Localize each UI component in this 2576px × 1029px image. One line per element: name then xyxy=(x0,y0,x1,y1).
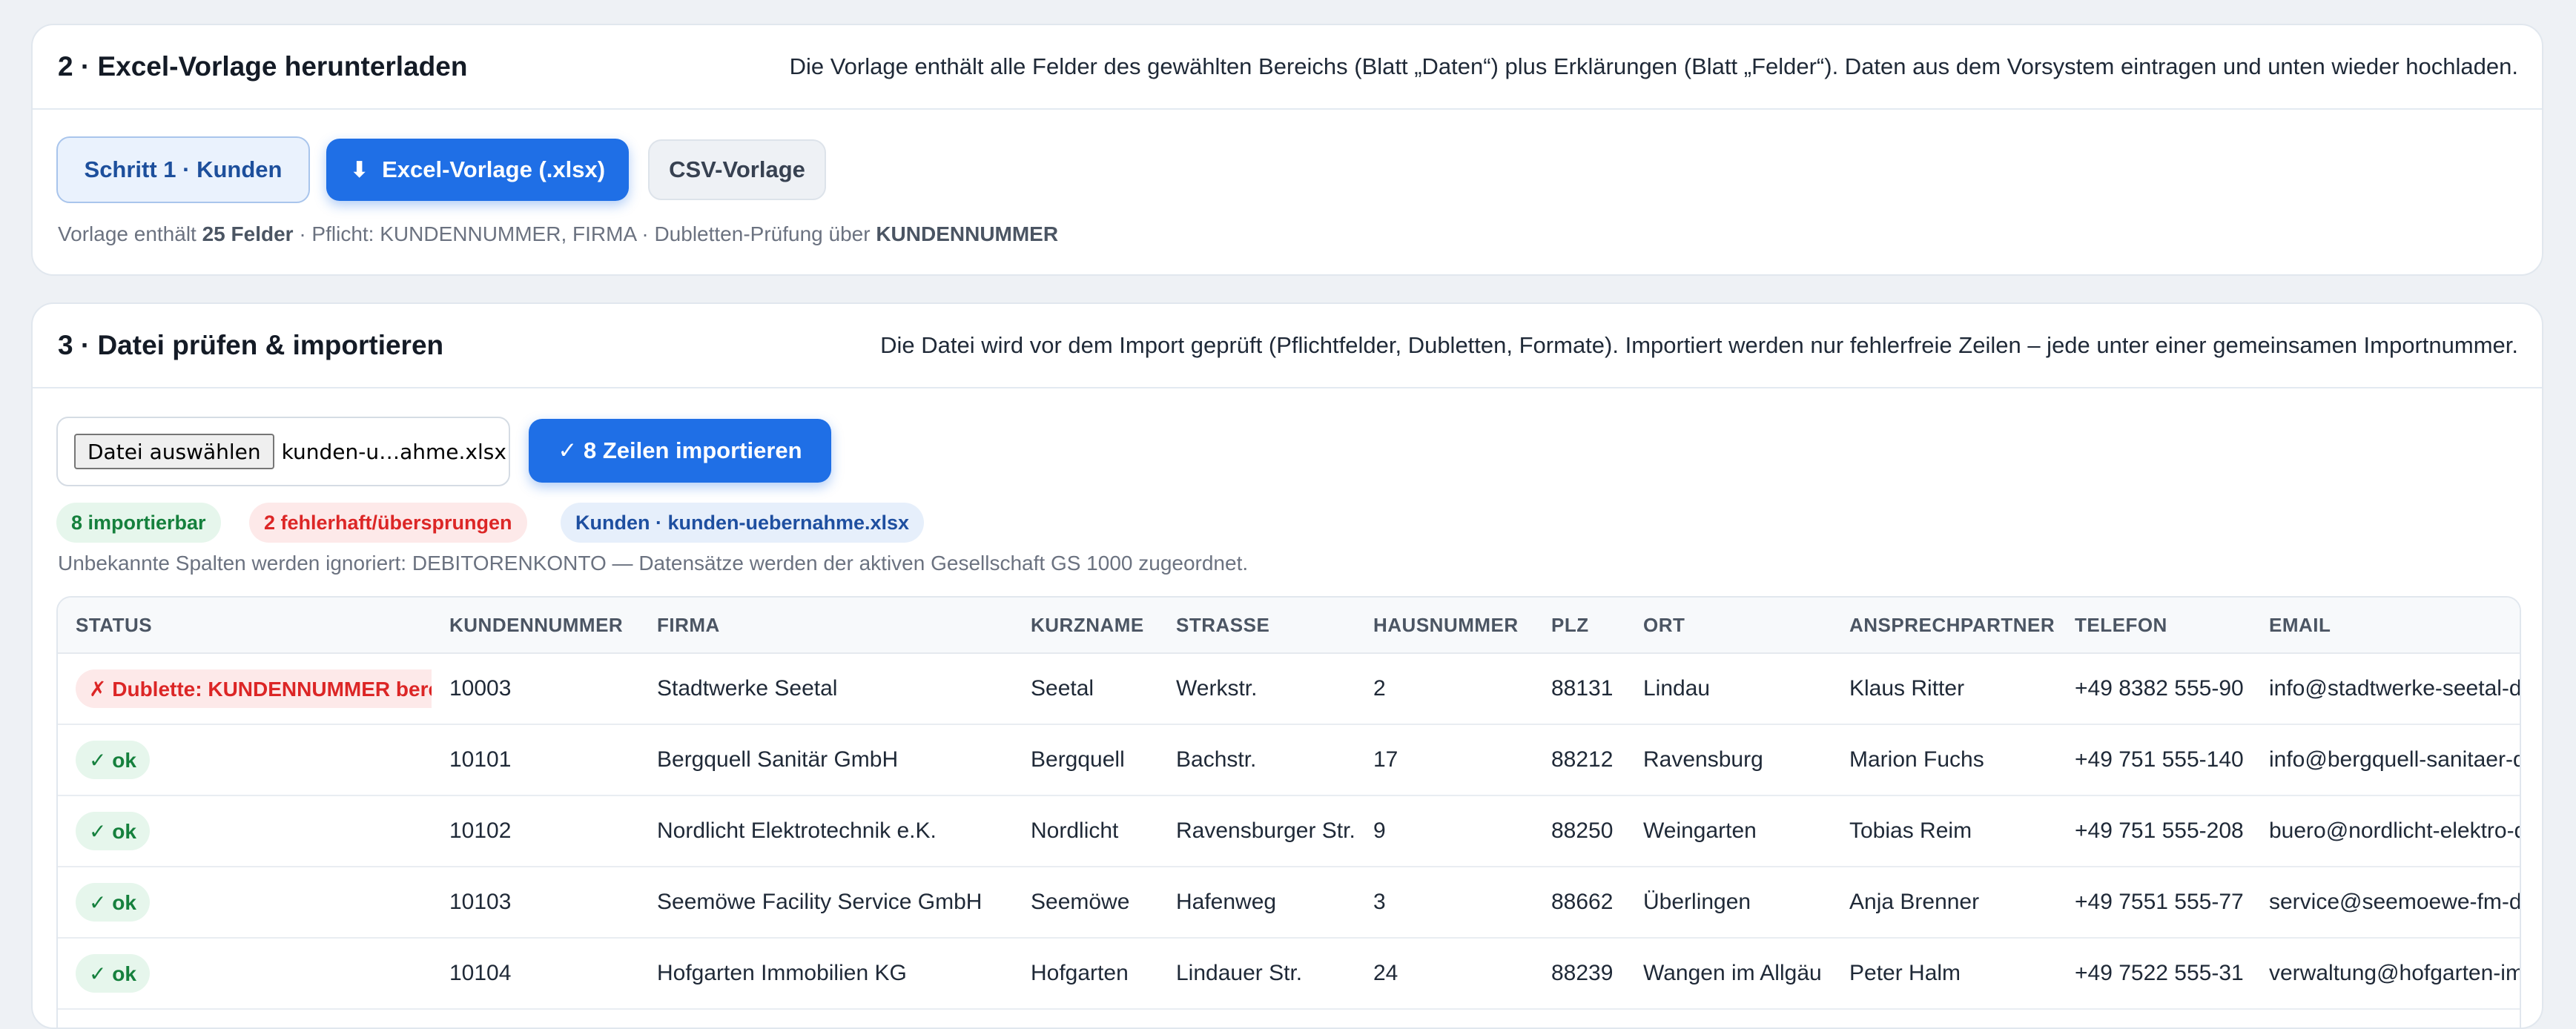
excel-template-label: Excel-Vorlage (.xlsx) xyxy=(382,156,606,182)
table-cell: Ravensburg xyxy=(1625,724,1832,796)
table-cell: Ravensburger Str. xyxy=(1158,795,1355,867)
error-skipped-badge: 2 fehlerhaft/übersprungen xyxy=(249,503,527,543)
preview-table: STATUS KUNDENNUMMER FIRMA KURZNAME STRAS… xyxy=(58,598,2520,1010)
table-cell: Hafenweg xyxy=(1158,867,1355,939)
table-cell: Wangen im Allgäu xyxy=(1625,938,1832,1010)
table-cell: 2 xyxy=(1355,653,1533,725)
table-cell: 9 xyxy=(1355,795,1533,867)
table-cell: buero@nordlicht-elektro-de xyxy=(2251,795,2520,867)
card-header: 3 · Datei prüfen & importieren Die Datei… xyxy=(33,304,2542,388)
table-cell: +49 7551 555-77 xyxy=(2057,867,2251,939)
table-cell: Nordlicht xyxy=(1013,795,1158,867)
csv-template-button[interactable]: CSV-Vorlage xyxy=(648,139,826,200)
table-cell: 17 xyxy=(1355,724,1533,796)
column-header: KURZNAME xyxy=(1013,598,1158,654)
status-badge: ✗ Dublette: KUNDENNUMMER bereits vorhand… xyxy=(76,669,432,708)
table-cell: info@stadtwerke-seetal-de xyxy=(2251,653,2520,725)
table-cell: 10003 xyxy=(432,653,639,725)
column-header: TELEFON xyxy=(2057,598,2251,654)
table-cell: 88239 xyxy=(1533,938,1625,1010)
table-cell: 88662 xyxy=(1533,867,1625,939)
choose-file-button[interactable]: Datei auswählen xyxy=(74,434,274,469)
selected-file-name: kunden-u…ahme.xlsx xyxy=(281,439,506,464)
table-cell: 10104 xyxy=(432,938,639,1010)
table-cell: Klaus Ritter xyxy=(1832,653,2057,725)
table-cell: 88212 xyxy=(1533,724,1625,796)
table-cell: Lindauer Str. xyxy=(1158,938,1355,1010)
table-header-row: STATUS KUNDENNUMMER FIRMA KURZNAME STRAS… xyxy=(58,598,2520,654)
table-cell: Werkstr. xyxy=(1158,653,1355,725)
field-count: 25 Felder xyxy=(202,222,294,245)
status-badge: ✓ ok xyxy=(76,741,150,779)
table-cell: 10102 xyxy=(432,795,639,867)
table-cell: Bachstr. xyxy=(1158,724,1355,796)
table-cell: Lindau xyxy=(1625,653,1832,725)
importable-badge: 8 importierbar xyxy=(56,503,221,543)
table-cell: +49 751 555-140 xyxy=(2057,724,2251,796)
column-header: ANSPRECHPARTNER xyxy=(1832,598,2057,654)
source-file-badge: Kunden · kunden-uebernahme.xlsx xyxy=(561,503,925,543)
table-cell: +49 751 555-208 xyxy=(2057,795,2251,867)
table-cell: Anja Brenner xyxy=(1832,867,2057,939)
status-badge: ✓ ok xyxy=(76,954,150,993)
file-input[interactable]: Datei auswählen kunden-u…ahme.xlsx xyxy=(56,417,510,486)
card-title: 2 · Excel-Vorlage herunterladen xyxy=(58,51,468,82)
table-cell: 24 xyxy=(1355,938,1533,1010)
table-cell: Stadtwerke Seetal xyxy=(639,653,1013,725)
card-description: Die Vorlage enthält alle Felder des gewä… xyxy=(789,53,2518,79)
table-cell: Weingarten xyxy=(1625,795,1832,867)
table-cell: Peter Halm xyxy=(1832,938,2057,1010)
column-header: FIRMA xyxy=(639,598,1013,654)
table-cell: Tobias Reim xyxy=(1832,795,2057,867)
column-header: PLZ xyxy=(1533,598,1625,654)
table-cell: Nordlicht Elektrotechnik e.K. xyxy=(639,795,1013,867)
status-badge: ✓ ok xyxy=(76,883,150,922)
excel-template-button[interactable]: ⬇ Excel-Vorlage (.xlsx) xyxy=(326,139,629,201)
table-cell: +49 7522 555-31 xyxy=(2057,938,2251,1010)
column-header: STRASSE xyxy=(1158,598,1355,654)
table-cell: Hofgarten xyxy=(1013,938,1158,1010)
card-description: Die Datei wird vor dem Import geprüft (P… xyxy=(880,332,2518,358)
column-header: STATUS xyxy=(58,598,432,654)
table-cell: Seetal xyxy=(1013,653,1158,725)
template-meta: Vorlage enthält 25 Felder · Pflicht: KUN… xyxy=(58,222,1059,245)
table-cell: Hofgarten Immobilien KG xyxy=(639,938,1013,1010)
table-cell: 88131 xyxy=(1533,653,1625,725)
table-cell: Bergquell xyxy=(1013,724,1158,796)
table-cell: 3 xyxy=(1355,867,1533,939)
table-cell: Überlingen xyxy=(1625,867,1832,939)
status-badge: ✓ ok xyxy=(76,812,150,850)
table-cell: 88250 xyxy=(1533,795,1625,867)
table-cell: Seemöwe Facility Service GmbH xyxy=(639,867,1013,939)
import-rows-button[interactable]: ✓ 8 Zeilen importieren xyxy=(529,419,831,483)
column-header: HAUSNUMMER xyxy=(1355,598,1533,654)
table-row: ✓ ok 10102 Nordlicht Elektrotechnik e.K.… xyxy=(58,795,2520,867)
preview-table-container[interactable]: STATUS KUNDENNUMMER FIRMA KURZNAME STRAS… xyxy=(56,596,2521,1028)
table-row: ✓ ok 10103 Seemöwe Facility Service GmbH… xyxy=(58,867,2520,939)
import-note: Unbekannte Spalten werden ignoriert: DEB… xyxy=(58,552,1249,575)
column-header: EMAIL xyxy=(2251,598,2520,654)
table-row: ✓ ok 10101 Bergquell Sanitär GmbH Bergqu… xyxy=(58,724,2520,796)
table-cell: 10103 xyxy=(432,867,639,939)
check-import-card: 3 · Datei prüfen & importieren Die Datei… xyxy=(31,302,2543,1029)
column-header: KUNDENNUMMER xyxy=(432,598,639,654)
table-row: ✓ ok 10104 Hofgarten Immobilien KG Hofga… xyxy=(58,938,2520,1010)
column-header: ORT xyxy=(1625,598,1832,654)
table-row: ✗ Dublette: KUNDENNUMMER bereits vorhand… xyxy=(58,653,2520,725)
table-cell: +49 8382 555-90 xyxy=(2057,653,2251,725)
table-cell: service@seemoewe-fm-de xyxy=(2251,867,2520,939)
step1-customers-button[interactable]: Schritt 1 · Kunden xyxy=(56,136,310,203)
table-cell: verwaltung@hofgarten-immo-de xyxy=(2251,938,2520,1010)
card-title: 3 · Datei prüfen & importieren xyxy=(58,330,444,360)
card-header: 2 · Excel-Vorlage herunterladen Die Vorl… xyxy=(33,25,2542,110)
template-download-card: 2 · Excel-Vorlage herunterladen Die Vorl… xyxy=(31,24,2543,276)
duplicate-key: KUNDENNUMMER xyxy=(876,222,1059,245)
table-cell: info@bergquell-sanitaer-de xyxy=(2251,724,2520,796)
table-cell: Marion Fuchs xyxy=(1832,724,2057,796)
download-icon: ⬇ xyxy=(349,157,369,182)
table-cell: Seemöwe xyxy=(1013,867,1158,939)
table-cell: 10101 xyxy=(432,724,639,796)
table-cell: Bergquell Sanitär GmbH xyxy=(639,724,1013,796)
